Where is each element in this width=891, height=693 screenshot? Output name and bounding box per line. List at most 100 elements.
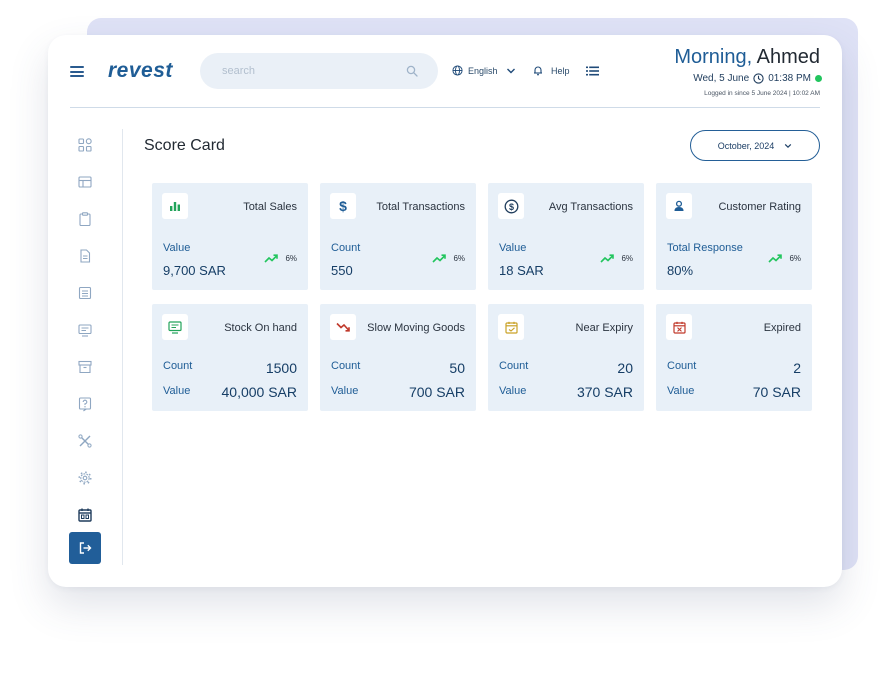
search-bar[interactable] — [200, 53, 438, 89]
help-link[interactable]: Help — [533, 65, 570, 76]
trend-indicator: 6% — [432, 254, 465, 263]
gear-icon[interactable] — [77, 470, 93, 486]
archive-icon[interactable] — [77, 359, 93, 375]
search-icon[interactable] — [406, 65, 418, 77]
language-selector[interactable]: English — [452, 65, 498, 76]
trend-up-icon — [432, 254, 447, 263]
stock-icon — [168, 320, 182, 334]
card-value-amount: 700 SAR — [408, 384, 465, 400]
greeting-name: Ahmed — [752, 46, 820, 68]
logo[interactable]: revest — [108, 59, 173, 83]
trend-up-icon — [264, 254, 279, 263]
bar-chart-icon — [170, 202, 180, 211]
calendar-icon[interactable] — [77, 507, 93, 523]
chevron-down-icon[interactable] — [506, 66, 516, 76]
card-value-count: 1500 — [265, 360, 297, 376]
logged-in-info: Logged in since 5 June 2024 | 10:02 AM — [704, 90, 820, 97]
hamburger-menu-icon[interactable] — [70, 66, 84, 77]
score-card-near-expiry[interactable]: Near Expiry Count 20 Value 370 SAR — [488, 304, 644, 411]
card-icon-box: $ — [498, 193, 524, 219]
score-card-customer-rating[interactable]: Customer Rating Total Response 80% 6% — [656, 183, 812, 290]
card-icon-box — [498, 314, 524, 340]
card-value: 18 SAR — [499, 263, 544, 278]
monitor-icon[interactable] — [77, 322, 93, 338]
trend-indicator: 6% — [600, 254, 633, 263]
card-title: Total Sales — [243, 201, 297, 213]
card-icon-box — [162, 314, 188, 340]
greeting: Morning, Ahmed — [674, 46, 820, 69]
help-label: Help — [551, 65, 570, 76]
card-label: Count — [331, 242, 361, 254]
trend-percent: 6% — [285, 254, 297, 263]
current-time: 01:38 PM — [768, 73, 811, 84]
card-value-count: 20 — [617, 360, 633, 376]
dollar-icon: $ — [339, 198, 347, 214]
card-label-count: Count — [667, 360, 697, 372]
header-divider — [70, 107, 820, 108]
clipboard-icon[interactable] — [77, 211, 93, 227]
date-time: Wed, 5 June 01:38 PM — [693, 73, 822, 84]
list-icon[interactable] — [586, 66, 599, 76]
clock-icon — [753, 73, 764, 84]
sidebar-divider — [122, 129, 123, 565]
card-value: 550 — [331, 263, 353, 278]
card-label-count: Count — [499, 360, 529, 372]
list-document-icon[interactable] — [77, 285, 93, 301]
online-status-dot — [815, 75, 822, 82]
card-title: Total Transactions — [376, 201, 465, 213]
grid-icon[interactable] — [77, 137, 93, 153]
chevron-down-icon — [785, 143, 792, 148]
card-value-amount: 70 SAR — [752, 384, 801, 400]
score-card-stock-on-hand[interactable]: Stock On hand Count 1500 Value 40,000 SA… — [152, 304, 308, 411]
date-filter-label: October, 2024 — [717, 140, 775, 151]
help-icon[interactable] — [77, 396, 93, 412]
card-icon-box — [330, 314, 356, 340]
page-title: Score Card — [144, 137, 225, 154]
card-icon-box — [666, 193, 692, 219]
score-card-slow-moving-goods[interactable]: Slow Moving Goods Count 50 Value 700 SAR — [320, 304, 476, 411]
logout-button[interactable] — [69, 532, 101, 564]
date-filter-dropdown[interactable]: October, 2024 — [690, 130, 820, 161]
tools-icon[interactable] — [77, 433, 93, 449]
current-date: Wed, 5 June — [693, 73, 750, 84]
calendar-warning-icon — [504, 321, 518, 334]
card-icon-box — [162, 193, 188, 219]
logout-icon — [79, 542, 92, 554]
document-icon[interactable] — [77, 248, 93, 264]
card-value-count: 50 — [449, 360, 465, 376]
card-title: Stock On hand — [224, 322, 297, 334]
search-input[interactable] — [220, 64, 406, 78]
score-card-avg-transactions[interactable]: $ Avg Transactions Value 18 SAR 6% — [488, 183, 644, 290]
trend-percent: 6% — [621, 254, 633, 263]
calendar-x-icon — [672, 321, 686, 334]
card-label: Total Response — [667, 242, 743, 254]
card-label-value: Value — [331, 385, 359, 397]
card-value: 80% — [667, 263, 694, 278]
card-label-value: Value — [163, 385, 191, 397]
greeting-morning: Morning, — [674, 46, 753, 68]
score-card-total-sales[interactable]: Total Sales Value 9,700 SAR 6% — [152, 183, 308, 290]
layout-icon[interactable] — [77, 174, 93, 190]
card-title: Near Expiry — [575, 322, 633, 334]
trend-percent: 6% — [453, 254, 465, 263]
card-icon-box — [666, 314, 692, 340]
card-label-count: Count — [163, 360, 193, 372]
trend-indicator: 6% — [768, 254, 801, 263]
dollar-circle-icon: $ — [504, 199, 518, 213]
score-card-total-transactions[interactable]: $ Total Transactions Count 550 6% — [320, 183, 476, 290]
card-label-value: Value — [499, 385, 527, 397]
language-label: English — [468, 65, 498, 76]
card-label: Value — [163, 242, 191, 254]
score-card-expired[interactable]: Expired Count 2 Value 70 SAR — [656, 304, 812, 411]
trend-down-icon — [336, 322, 350, 332]
card-label-value: Value — [667, 385, 695, 397]
trend-indicator: 6% — [264, 254, 297, 263]
globe-icon — [452, 65, 463, 76]
user-icon — [674, 200, 684, 211]
card-title: Expired — [763, 322, 801, 334]
card-label-count: Count — [331, 360, 361, 372]
card-icon-box: $ — [330, 193, 356, 219]
card-value-amount: 370 SAR — [576, 384, 633, 400]
trend-up-icon — [600, 254, 615, 263]
trend-up-icon — [768, 254, 783, 263]
